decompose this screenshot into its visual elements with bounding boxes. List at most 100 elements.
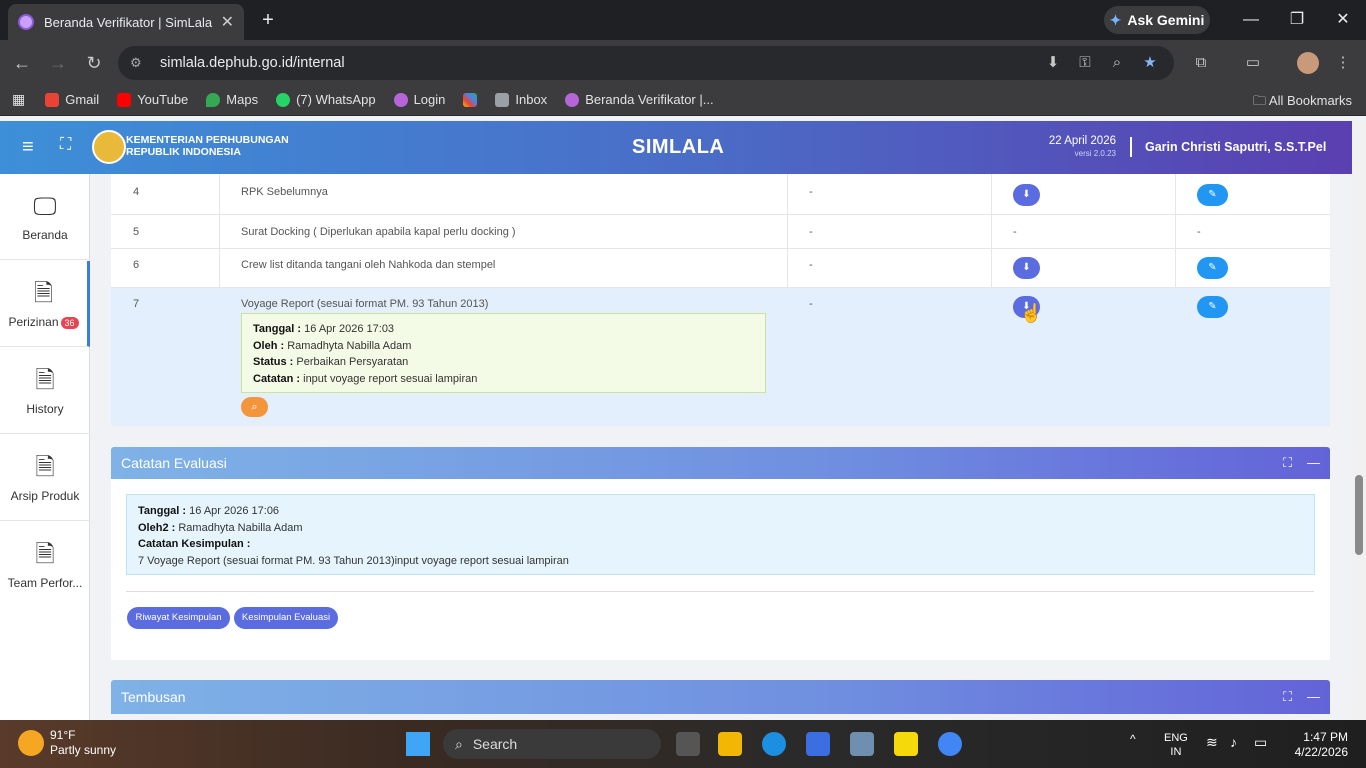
- fullscreen-icon[interactable]: ⛶: [60, 136, 80, 156]
- kesimpulan-evaluasi-button[interactable]: Kesimpulan Evaluasi: [234, 607, 338, 629]
- weather-widget[interactable]: 91°F Partly sunny: [50, 728, 116, 758]
- file-explorer-icon[interactable]: [718, 732, 742, 756]
- volume-icon[interactable]: ♪: [1230, 734, 1237, 750]
- install-app-icon[interactable]: ⬇: [1042, 52, 1064, 74]
- zoom-icon[interactable]: ⌕: [1106, 52, 1128, 74]
- evaluasi-title: Catatan Evaluasi: [121, 455, 227, 471]
- app-title: SIMLALA: [632, 136, 725, 158]
- evaluasi-card-header: Catatan Evaluasi ⛶ —: [111, 447, 1330, 479]
- profile-avatar[interactable]: [1297, 52, 1319, 74]
- browser-tab[interactable]: Beranda Verifikator | SimLala ✕: [8, 4, 244, 40]
- weather-sun-icon[interactable]: [18, 730, 44, 756]
- bookmark-star-icon[interactable]: ★: [1139, 52, 1161, 74]
- camera-icon[interactable]: [850, 732, 874, 756]
- sidebar-item-beranda[interactable]: 🖵 Beranda: [0, 174, 90, 260]
- tab-search-icon[interactable]: ▭: [1242, 52, 1264, 74]
- edit-empty: -: [1197, 226, 1201, 238]
- evaluasi-info-box: Tanggal : 16 Apr 2026 17:06 Oleh2 : Rama…: [126, 494, 1315, 575]
- collapse-icon[interactable]: —: [1307, 680, 1320, 714]
- bookmarks-bar: ▦ Gmail YouTube Maps (7) WhatsApp Login …: [0, 84, 1366, 116]
- all-bookmarks-button[interactable]: 🗀 All Bookmarks: [1253, 92, 1352, 114]
- divider: [126, 591, 1314, 592]
- tab-close-icon[interactable]: ✕: [221, 12, 234, 32]
- header-date: 22 April 2026: [1048, 135, 1116, 147]
- scrollbar-thumb[interactable]: [1355, 475, 1363, 555]
- collapse-icon[interactable]: —: [1307, 447, 1320, 479]
- forward-icon[interactable]: →: [46, 51, 70, 75]
- apps-grid-icon[interactable]: ▦: [12, 91, 25, 108]
- wifi-icon[interactable]: ≋: [1206, 734, 1218, 751]
- hamburger-menu-icon[interactable]: ≡: [22, 137, 44, 157]
- maximize-icon[interactable]: ❐: [1282, 8, 1312, 32]
- bookmark-youtube[interactable]: YouTube: [117, 92, 188, 107]
- system-clock[interactable]: 1:47 PM 4/22/2026: [1290, 730, 1348, 760]
- edge-browser-icon[interactable]: [762, 732, 786, 756]
- extensions-icon[interactable]: ⧉: [1190, 52, 1212, 74]
- document-icon: 🗎: [35, 454, 55, 481]
- download-button[interactable]: ⬇: [1013, 184, 1040, 206]
- app-icon[interactable]: [806, 732, 830, 756]
- search-history-button[interactable]: ⌕: [241, 397, 268, 417]
- bookmark-photos[interactable]: [463, 92, 478, 107]
- bookmark-login[interactable]: Login: [393, 92, 445, 107]
- user-name[interactable]: Garin Christi Saputri, S.S.T.Pel: [1145, 140, 1326, 154]
- document-name: Surat Docking ( Diperlukan apabila kapal…: [241, 226, 516, 238]
- tembusan-title: Tembusan: [121, 689, 186, 705]
- chrome-icon[interactable]: [938, 732, 962, 756]
- sidebar-item-perizinan[interactable]: 🗎 Perizinan 36: [0, 261, 90, 347]
- search-icon: ⌕: [455, 735, 463, 752]
- edit-button[interactable]: ✎: [1197, 184, 1228, 206]
- tembusan-card-header: Tembusan ⛶ —: [111, 680, 1330, 714]
- row-value: -: [809, 298, 813, 310]
- address-bar[interactable]: ⚙ simlala.dephub.go.id/internal: [118, 46, 1174, 80]
- page-scrollbar[interactable]: [1352, 121, 1366, 720]
- download-button[interactable]: ⬇: [1013, 257, 1040, 279]
- edit-icon: ✎: [1208, 189, 1217, 200]
- close-window-icon[interactable]: ✕: [1328, 8, 1358, 32]
- bookmark-gmail[interactable]: Gmail: [45, 92, 99, 107]
- document-icon: 🗎: [35, 541, 55, 568]
- expand-icon[interactable]: ⛶: [1283, 680, 1292, 714]
- edit-button[interactable]: ✎: [1197, 296, 1228, 318]
- windows-start-icon[interactable]: [406, 732, 430, 756]
- youtube-icon: [117, 92, 132, 107]
- new-tab-button[interactable]: +: [256, 8, 280, 32]
- mail-icon: [495, 92, 510, 107]
- ask-gemini-button[interactable]: ✦ Ask Gemini: [1104, 6, 1210, 34]
- bookmark-whatsapp[interactable]: (7) WhatsApp: [276, 92, 376, 107]
- minimize-icon[interactable]: —: [1236, 8, 1266, 32]
- document-icon: 🗎: [35, 367, 55, 394]
- url-text: simlala.dephub.go.id/internal: [160, 55, 345, 71]
- language-indicator[interactable]: ENG IN: [1164, 731, 1188, 759]
- ministry-name: KEMENTERIAN PERHUBUNGAN REPUBLIK INDONES…: [126, 134, 289, 158]
- site-info-icon[interactable]: ⚙: [130, 55, 146, 71]
- table-row: 5 Surat Docking ( Diperlukan apabila kap…: [111, 215, 1330, 249]
- sticky-notes-icon[interactable]: [894, 732, 918, 756]
- sidebar-item-arsip-produk[interactable]: 🗎 Arsip Produk: [0, 435, 90, 521]
- hand-cursor-icon: ☝: [1020, 303, 1043, 323]
- reload-icon[interactable]: ↻: [82, 51, 106, 75]
- bookmark-maps[interactable]: Maps: [206, 92, 258, 107]
- bookmark-inbox[interactable]: Inbox: [495, 92, 547, 107]
- bookmark-beranda-verifikator[interactable]: Beranda Verifikator |...: [565, 92, 714, 107]
- row-value: -: [809, 186, 813, 198]
- tray-chevron-icon[interactable]: ^: [1130, 732, 1136, 746]
- ask-gemini-label: Ask Gemini: [1127, 12, 1205, 28]
- perizinan-count-badge: 36: [60, 317, 79, 329]
- back-icon[interactable]: ←: [10, 51, 34, 75]
- sidebar-item-team-performance[interactable]: 🗎 Team Perfor...: [0, 522, 90, 608]
- sidebar-item-history[interactable]: 🗎 History: [0, 348, 90, 434]
- menu-icon[interactable]: ⋮: [1332, 52, 1354, 74]
- password-key-icon[interactable]: ⚿: [1074, 52, 1096, 74]
- document-name: Crew list ditanda tangani oleh Nahkoda d…: [241, 259, 496, 271]
- task-view-icon[interactable]: [676, 732, 700, 756]
- expand-icon[interactable]: ⛶: [1283, 447, 1292, 479]
- edit-button[interactable]: ✎: [1197, 257, 1228, 279]
- battery-icon[interactable]: ▭: [1254, 734, 1267, 751]
- document-icon: 🗎: [33, 280, 54, 307]
- row-number: 7: [133, 298, 140, 310]
- taskbar-search[interactable]: ⌕ Search: [443, 729, 661, 759]
- table-row: 4 RPK Sebelumnya -: [111, 174, 1330, 215]
- folder-icon: 🗀: [1253, 93, 1267, 108]
- riwayat-kesimpulan-button[interactable]: Riwayat Kesimpulan: [127, 607, 230, 629]
